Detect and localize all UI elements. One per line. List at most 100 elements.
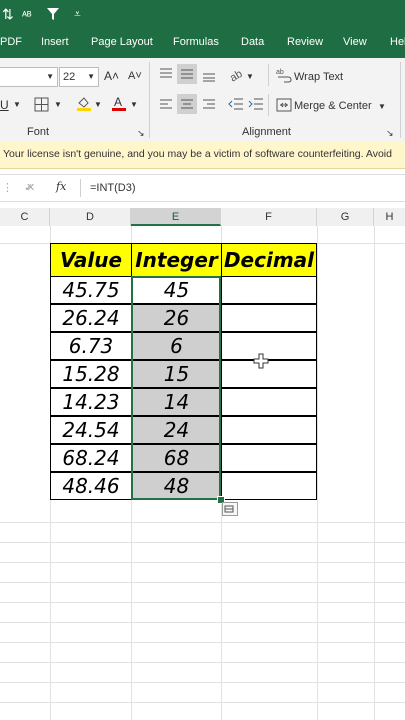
table-cell-value[interactable]: 68.24 <box>50 444 132 472</box>
sort-az-icon[interactable]: ᴬᴮ <box>22 8 32 24</box>
borders-icon[interactable] <box>34 97 50 113</box>
chevron-down-icon[interactable]: ▼ <box>54 98 62 112</box>
table-cell-value[interactable]: 26.24 <box>50 304 132 332</box>
grid-line <box>0 682 405 683</box>
grow-font-button[interactable]: A˄ <box>104 69 119 83</box>
table-cell-decimal[interactable] <box>221 444 317 472</box>
svg-text:ab: ab <box>276 69 284 76</box>
align-center-button[interactable] <box>177 94 197 114</box>
tab-data[interactable]: Data <box>241 36 264 48</box>
tab-review[interactable]: Review <box>287 36 323 48</box>
tab-pdf[interactable]: PDF <box>0 36 22 48</box>
align-left-icon[interactable] <box>158 96 174 112</box>
chevron-down-icon: ▼ <box>87 72 95 81</box>
font-size-box[interactable]: 22 ▼ <box>59 67 99 87</box>
fill-color-icon[interactable] <box>76 95 92 111</box>
column-headers: C D E F G H <box>0 208 405 227</box>
column-header-d[interactable]: D <box>50 208 131 226</box>
align-top-icon[interactable] <box>158 66 174 82</box>
chevron-down-icon[interactable]: ▼ <box>13 98 21 112</box>
merge-center-button[interactable]: Merge & Center <box>294 99 372 113</box>
shrink-font-button[interactable]: A˅ <box>128 69 142 83</box>
chevron-down-icon[interactable]: ▼ <box>94 98 102 112</box>
table-cell-value[interactable]: 48.46 <box>50 472 132 500</box>
align-middle-icon <box>181 69 193 79</box>
table-cell-decimal[interactable] <box>221 388 317 416</box>
enter-icon[interactable]: ✓ <box>24 181 33 195</box>
column-header-g[interactable]: G <box>317 208 374 226</box>
table-cell-decimal[interactable] <box>221 472 317 500</box>
tab-formulas[interactable]: Formulas <box>173 36 219 48</box>
table-cell-decimal[interactable] <box>221 304 317 332</box>
font-name-box[interactable]: ▼ <box>0 67 58 87</box>
wrap-text-button[interactable]: Wrap Text <box>294 70 343 84</box>
orientation-icon[interactable]: ab <box>228 66 244 82</box>
table-cell-decimal[interactable] <box>221 360 317 388</box>
grid-line <box>374 226 375 720</box>
table-cell-integer[interactable]: 68 <box>131 444 222 472</box>
chevron-down-icon[interactable]: ▼ <box>246 70 254 84</box>
decrease-indent-icon[interactable] <box>228 96 244 112</box>
wrap-text-icon[interactable]: ab <box>276 67 292 83</box>
chevron-down-icon: ▼ <box>46 72 54 81</box>
table-cell-integer[interactable]: 45 <box>131 276 222 304</box>
align-middle-button[interactable] <box>177 64 197 84</box>
table-cell-decimal[interactable] <box>221 276 317 304</box>
table-cell-integer[interactable]: 24 <box>131 416 222 444</box>
table-cell-integer[interactable]: 14 <box>131 388 222 416</box>
tab-insert[interactable]: Insert <box>41 36 69 48</box>
grid-line <box>0 522 405 523</box>
underline-button[interactable]: U <box>0 98 9 112</box>
group-divider <box>268 94 269 116</box>
group-divider <box>149 62 150 138</box>
quick-analysis-icon <box>224 505 234 513</box>
table-cell-value[interactable]: 14.23 <box>50 388 132 416</box>
sort-icon[interactable]: ⇅ <box>2 6 14 22</box>
fx-icon[interactable]: fx <box>56 180 66 194</box>
svg-text:A: A <box>114 95 122 109</box>
align-bottom-icon[interactable] <box>201 66 217 82</box>
table-cell-integer[interactable]: 48 <box>131 472 222 500</box>
tab-view[interactable]: View <box>343 36 367 48</box>
grid-line <box>317 226 318 720</box>
table-cell-decimal[interactable] <box>221 332 317 360</box>
table-cell-decimal[interactable] <box>221 416 317 444</box>
table-cell-integer[interactable]: 6 <box>131 332 222 360</box>
funnel-icon[interactable] <box>46 7 60 21</box>
merge-center-icon[interactable] <box>276 97 292 113</box>
table-cell-value[interactable]: 15.28 <box>50 360 132 388</box>
column-header-f[interactable]: F <box>221 208 317 226</box>
chevron-down-icon[interactable]: ▼ <box>130 98 138 112</box>
dialog-launcher-icon[interactable]: ↘ <box>386 126 394 140</box>
formula-input[interactable]: =INT(D3) <box>90 181 136 195</box>
more-icon[interactable]: ⩡ <box>74 6 81 22</box>
grid-line <box>0 602 405 603</box>
header-integer[interactable]: Integer <box>131 243 222 277</box>
dialog-launcher-icon[interactable]: ↘ <box>137 126 145 140</box>
tab-page-layout[interactable]: Page Layout <box>91 36 153 48</box>
header-decimal[interactable]: Decimal <box>221 243 317 277</box>
header-value[interactable]: Value <box>50 243 132 277</box>
title-bar: ⇅ ᴬᴮ ⩡ <box>0 0 405 30</box>
chevron-down-icon[interactable]: ▼ <box>378 100 386 114</box>
license-warning-bar: Your license isn't genuine, and you may … <box>0 142 405 169</box>
align-right-icon[interactable] <box>201 96 217 112</box>
grid-line <box>0 582 405 583</box>
column-header-e[interactable]: E <box>131 208 221 226</box>
cursor-cross-icon <box>253 353 269 369</box>
table-cell-integer[interactable]: 26 <box>131 304 222 332</box>
font-color-icon[interactable]: A <box>111 95 127 111</box>
quick-analysis-button[interactable] <box>222 502 238 516</box>
increase-indent-icon[interactable] <box>248 96 264 112</box>
table-cell-integer[interactable]: 15 <box>131 360 222 388</box>
ribbon: ▼ 22 ▼ A˄ A˅ U ▼ ▼ ▼ A ▼ Font ↘ ab ▼ ab <box>0 58 405 143</box>
group-divider <box>400 62 401 138</box>
column-header-c[interactable]: C <box>0 208 50 226</box>
column-header-h[interactable]: H <box>374 208 405 226</box>
grid-line <box>0 542 405 543</box>
table-cell-value[interactable]: 24.54 <box>50 416 132 444</box>
table-cell-value[interactable]: 45.75 <box>50 276 132 304</box>
grid-line <box>0 622 405 623</box>
tab-help[interactable]: Hel <box>390 36 405 48</box>
table-cell-value[interactable]: 6.73 <box>50 332 132 360</box>
